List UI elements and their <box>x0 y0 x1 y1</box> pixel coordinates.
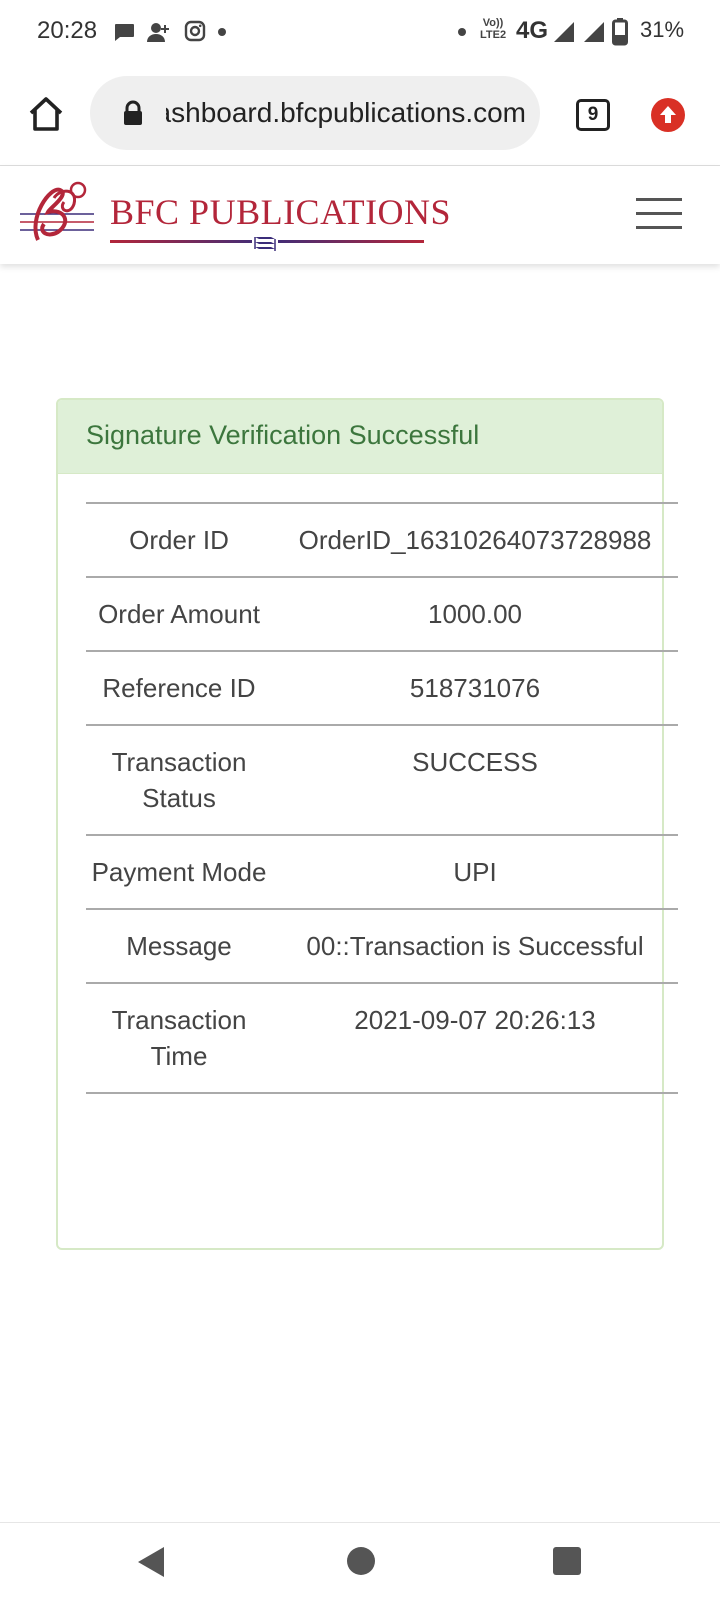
status-time: 20:28 <box>37 17 98 44</box>
row-value: 1000.00 <box>428 599 522 629</box>
system-nav-bar <box>0 1522 720 1600</box>
row-value: 518731076 <box>409 673 541 703</box>
table-row: Reference ID 518731076 <box>86 651 678 725</box>
row-label: Message <box>126 931 232 961</box>
tabs-button[interactable]: 9 <box>576 99 610 131</box>
row-value: OrderID_16310264073728988 <box>298 525 652 555</box>
table-row: Order ID OrderID_16310264073728988 <box>86 503 678 577</box>
row-label: Reference ID <box>102 673 256 703</box>
home-button[interactable] <box>26 94 66 134</box>
row-label: Order ID <box>129 525 229 555</box>
table-row: Transaction Time 2021-09-07 20:26:13 <box>86 983 678 1093</box>
row-label: Transaction Status <box>111 747 247 813</box>
row-value: SUCCESS <box>412 747 538 777</box>
table-row: Payment Mode UPI <box>86 835 678 909</box>
home-circle-icon[interactable] <box>347 1547 375 1575</box>
chat-icon <box>115 24 134 41</box>
lock-icon <box>124 100 142 125</box>
verification-card: Signature Verification Successful Order … <box>56 398 678 1250</box>
browser-toolbar: dashboard.bfcpublications.com 9 <box>0 64 720 166</box>
table-row: Message 00::Transaction is Successful <box>86 909 678 983</box>
recents-icon[interactable] <box>553 1547 581 1575</box>
card-title: Signature Verification Successful <box>86 420 480 450</box>
back-icon[interactable] <box>136 1545 166 1579</box>
dot-icon <box>458 28 466 36</box>
hamburger-menu-icon[interactable] <box>636 198 684 232</box>
person-add-icon <box>147 23 169 42</box>
row-label: Transaction Time <box>111 1005 247 1071</box>
volte-icon: Vo)) LTE2 <box>480 17 507 41</box>
signal-icon <box>554 22 574 42</box>
battery-icon <box>612 18 628 46</box>
row-value: UPI <box>453 857 497 887</box>
upload-button[interactable] <box>651 98 685 132</box>
battery-percent: 31% <box>640 17 685 42</box>
tab-count: 9 <box>587 104 599 125</box>
row-value: 2021-09-07 20:26:13 <box>354 1005 596 1035</box>
network-type: 4G <box>516 17 549 44</box>
upload-arrow-icon <box>660 106 676 123</box>
site-header: BFC PUBLICATIONS <box>0 166 720 264</box>
books-icon <box>252 232 278 254</box>
row-label: Order Amount <box>98 599 260 629</box>
row-value: 00::Transaction is Successful <box>306 931 644 961</box>
status-bar: 20:28 Vo)) LTE2 4G 31% <box>0 0 720 64</box>
home-icon <box>29 97 63 131</box>
row-label: Payment Mode <box>91 857 267 887</box>
instagram-icon <box>184 20 206 42</box>
card-header: Signature Verification Successful <box>58 400 662 474</box>
logo-icon[interactable] <box>20 178 96 248</box>
url-bar[interactable]: dashboard.bfcpublications.com <box>90 76 540 150</box>
signal-icon <box>584 22 604 42</box>
dot-icon <box>218 28 226 36</box>
url-text[interactable]: dashboard.bfcpublications.com <box>166 97 526 129</box>
brand-name[interactable]: BFC PUBLICATIONS <box>110 191 451 233</box>
table-row: Order Amount 1000.00 <box>86 577 678 651</box>
transaction-details-table: Order ID OrderID_16310264073728988 Order… <box>86 502 678 1094</box>
table-row: Transaction Status SUCCESS <box>86 725 678 835</box>
